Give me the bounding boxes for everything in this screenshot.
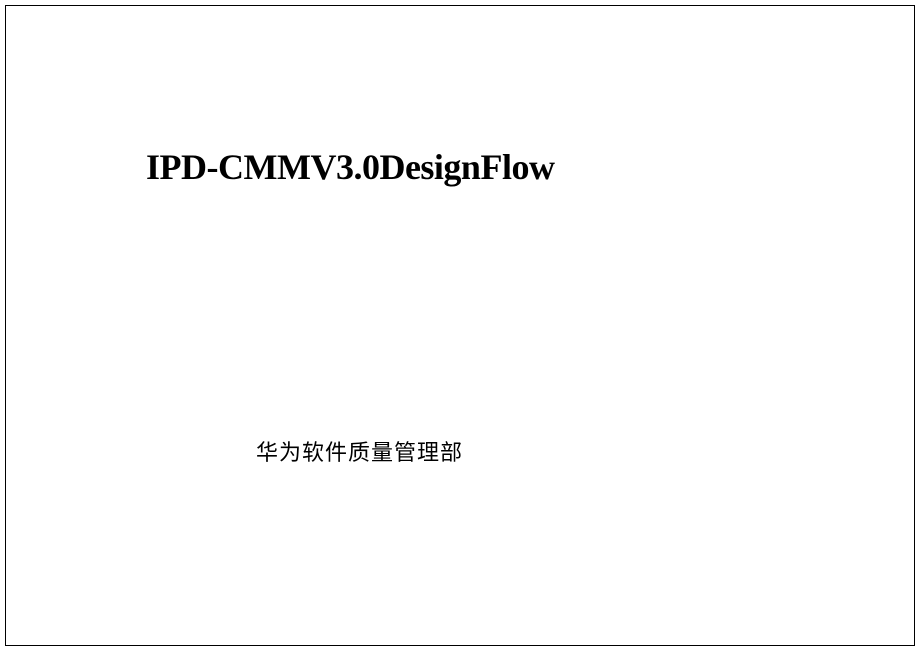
document-subtitle: 华为软件质量管理部 bbox=[256, 435, 463, 467]
document-title: IPD-CMMV3.0DesignFlow bbox=[146, 146, 554, 188]
page-frame: IPD-CMMV3.0DesignFlow 华为软件质量管理部 bbox=[5, 5, 915, 646]
